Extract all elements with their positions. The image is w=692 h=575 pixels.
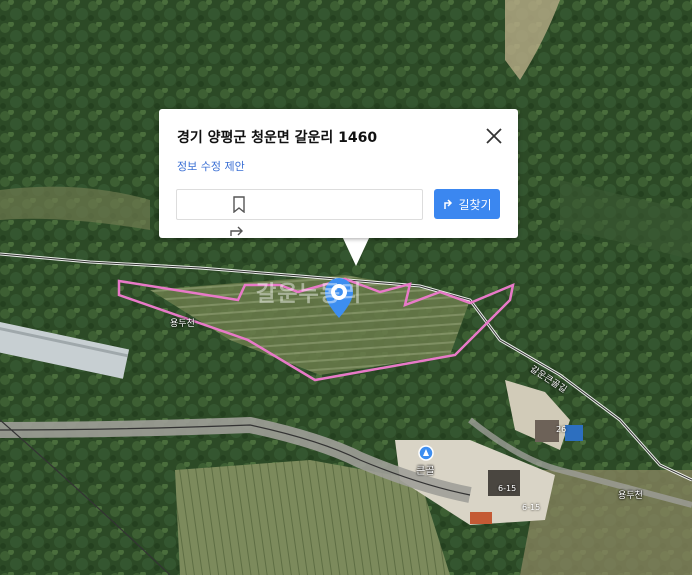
popup-title: 경기 양평군 청운면 갈운리 1460 (177, 130, 378, 146)
location-popup: 경기 양평군 청운면 갈운리 1460 정보 수정 제안 길찾기 (159, 109, 518, 238)
building-number: 6-15 (522, 503, 541, 512)
route-button-label: 길찾기 (458, 197, 492, 212)
route-button[interactable]: 길찾기 (434, 189, 500, 219)
close-icon[interactable] (483, 125, 505, 147)
road-label-yongducheon-east: 용두천 (618, 491, 643, 501)
bookmark-icon[interactable] (232, 196, 246, 213)
building-number: 6-15 (498, 484, 517, 493)
place-label: 큰골 (416, 466, 435, 477)
action-bar (176, 189, 423, 220)
road-label-yongducheon-west: 용두천 (170, 319, 195, 329)
map-watermark: 갈운누동리 (256, 282, 363, 307)
popup-tail (342, 236, 370, 266)
edit-suggestion-link[interactable]: 정보 수정 제안 (177, 158, 245, 174)
building-number: 26 (556, 425, 567, 434)
place-marker-icon[interactable] (418, 445, 434, 461)
share-row (176, 220, 326, 238)
route-icon (444, 199, 453, 209)
share-icon[interactable] (229, 223, 245, 237)
